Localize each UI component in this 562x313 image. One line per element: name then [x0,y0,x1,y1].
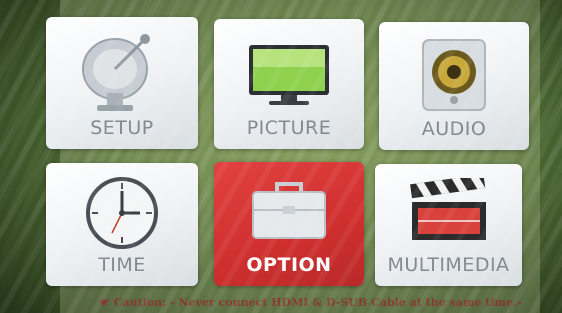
menu-label-option: OPTION [246,254,332,276]
clapperboard-icon [409,178,486,240]
menu-tile-multimedia[interactable]: MULTIMEDIA [375,164,522,286]
menu-tile-setup[interactable]: SETUP [46,17,198,149]
menu-label-picture: PICTURE [246,117,332,139]
menu-tile-audio[interactable]: AUDIO [379,22,529,150]
menu-label-audio: AUDIO [421,118,487,140]
menu-label-time: TIME [98,254,146,276]
speaker-icon [422,39,486,111]
tv-screen: ☛ Caution: - Never connect HDMI & D-SUB … [0,0,562,313]
caution-line: ☛ Caution: - Never connect HDMI & D-SUB … [100,296,522,309]
menu-label-multimedia: MULTIMEDIA [387,254,510,276]
clock-icon [86,177,158,249]
menu-tile-option[interactable]: OPTION [214,162,364,286]
satellite-dish-icon [82,34,150,111]
menu-label-setup: SETUP [90,117,154,139]
caution-text: Caution: - Never connect HDMI & D-SUB Ca… [113,296,522,309]
toolbox-icon [252,182,326,239]
menu-tile-picture[interactable]: PICTURE [214,19,364,149]
menu-tile-time[interactable]: TIME [46,163,198,286]
tv-monitor-icon [249,45,329,105]
